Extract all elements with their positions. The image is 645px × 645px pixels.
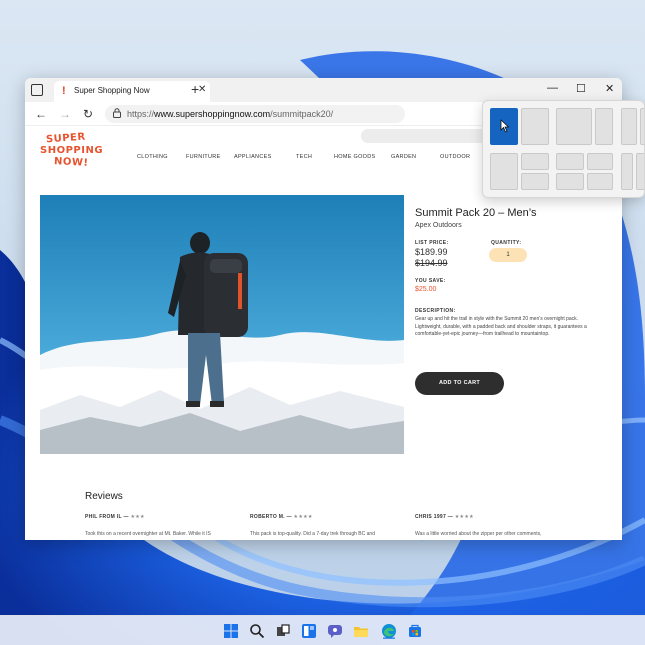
- snap-zone-quad-top-right[interactable]: [521, 153, 549, 170]
- list-price-label: LIST PRICE:: [415, 240, 449, 246]
- task-view-icon[interactable]: [275, 623, 291, 639]
- maximize-button[interactable]: ☐: [576, 82, 586, 95]
- logo-line-2: SHOPPING: [40, 145, 104, 156]
- quantity-input[interactable]: 1: [489, 248, 527, 262]
- url-input[interactable]: https://www.supershoppingnow.com/summitp…: [105, 105, 405, 123]
- snap-zone-quad-left[interactable]: [490, 153, 518, 190]
- product-image: [40, 195, 404, 454]
- you-save-value: $25.00: [415, 286, 437, 293]
- rating-stars: ★★★★: [454, 514, 474, 520]
- minimize-button[interactable]: —: [547, 82, 558, 94]
- store-icon[interactable]: [407, 623, 423, 639]
- review-text: Was a little worried about the zipper pe…: [415, 531, 542, 537]
- product-title: Summit Pack 20 – Men’s: [415, 207, 537, 219]
- favicon-icon: !: [62, 85, 66, 97]
- nav-furniture[interactable]: FURNITURE: [186, 154, 220, 160]
- snap-zone-third-1[interactable]: [621, 108, 637, 145]
- search-icon[interactable]: [249, 623, 265, 639]
- logo-line-3: NOW!: [53, 156, 89, 169]
- tab-bar: ! Super Shopping Now ✕ + — ☐ ✕: [25, 78, 622, 102]
- back-button[interactable]: ←: [35, 107, 47, 121]
- rating-stars: ★★★: [130, 514, 145, 520]
- rating-stars: ★★★★: [293, 514, 313, 520]
- product-brand[interactable]: Apex Outdoors: [415, 222, 462, 229]
- logo-line-1: SUPER: [45, 131, 86, 146]
- cursor-icon: [500, 119, 510, 133]
- snap-zone-grid-2[interactable]: [587, 153, 613, 170]
- site-logo[interactable]: SUPER SHOPPING NOW!: [40, 131, 112, 171]
- review-author: ROBERTO M. — ★★★★: [250, 514, 313, 520]
- url-text: https://www.supershoppingnow.com/summitp…: [127, 109, 334, 119]
- site-search-input[interactable]: [361, 129, 491, 143]
- product-description: Gear up and hit the trail in style with …: [415, 316, 587, 337]
- nav-clothing[interactable]: CLOTHING: [137, 154, 168, 160]
- nav-garden[interactable]: GARDEN: [391, 154, 416, 160]
- widgets-icon[interactable]: [301, 623, 317, 639]
- tab-close-icon[interactable]: ✕: [198, 84, 206, 95]
- windows-start-icon[interactable]: [223, 623, 239, 639]
- nav-home-goods[interactable]: HOME GOODS: [334, 154, 376, 160]
- old-price: $194.99: [415, 258, 448, 268]
- snap-zone-quad-bottom-right[interactable]: [521, 173, 549, 190]
- forward-button[interactable]: →: [59, 107, 71, 121]
- reviews-heading: Reviews: [85, 491, 123, 502]
- lock-icon: [113, 108, 121, 118]
- close-button[interactable]: ✕: [605, 82, 614, 95]
- snap-zone-half-left[interactable]: [490, 108, 518, 145]
- site-nav: CLOTHING FURNITURE APPLIANCES TECH HOME …: [129, 154, 489, 166]
- snap-zone-two-thirds-left[interactable]: [556, 108, 592, 145]
- snap-zone-third-2[interactable]: [640, 108, 644, 145]
- snap-zone-grid-3[interactable]: [556, 173, 584, 190]
- nav-appliances[interactable]: APPLIANCES: [234, 154, 272, 160]
- snap-zone-grid-4[interactable]: [587, 173, 613, 190]
- nav-tech[interactable]: TECH: [296, 154, 312, 160]
- edge-icon[interactable]: [381, 623, 397, 639]
- review-text: Took this on a recent overnighter at Mt.…: [85, 531, 211, 537]
- you-save-label: YOU SAVE:: [415, 278, 446, 284]
- snap-zone-col-2[interactable]: [636, 153, 644, 190]
- new-tab-button[interactable]: +: [191, 81, 199, 97]
- snap-zone-grid-1[interactable]: [556, 153, 584, 170]
- taskbar: [0, 615, 645, 645]
- review-text: This pack is top-quality. Did a 7-day tr…: [250, 531, 375, 537]
- tab-active[interactable]: ! Super Shopping Now ✕: [54, 81, 210, 102]
- tab-title: Super Shopping Now: [74, 86, 150, 95]
- review-author: CHRIS 1997 — ★★★★: [415, 514, 474, 520]
- add-to-cart-button[interactable]: ADD TO CART: [415, 372, 504, 395]
- price: $189.99: [415, 247, 448, 257]
- refresh-button[interactable]: ↻: [83, 107, 93, 121]
- tab-actions-icon[interactable]: [31, 84, 43, 96]
- snap-zone-half-right[interactable]: [521, 108, 549, 145]
- snap-zone-col-1[interactable]: [621, 153, 633, 190]
- nav-outdoor[interactable]: OUTDOOR: [440, 154, 470, 160]
- snap-zone-one-third-right[interactable]: [595, 108, 613, 145]
- description-label: DESCRIPTION:: [415, 308, 456, 314]
- snap-layouts-flyout: [482, 100, 645, 198]
- quantity-label: QUANTITY:: [491, 240, 522, 246]
- chat-icon[interactable]: [327, 623, 343, 639]
- review-author: PHIL FROM IL — ★★★: [85, 514, 145, 520]
- file-explorer-icon[interactable]: [353, 623, 369, 639]
